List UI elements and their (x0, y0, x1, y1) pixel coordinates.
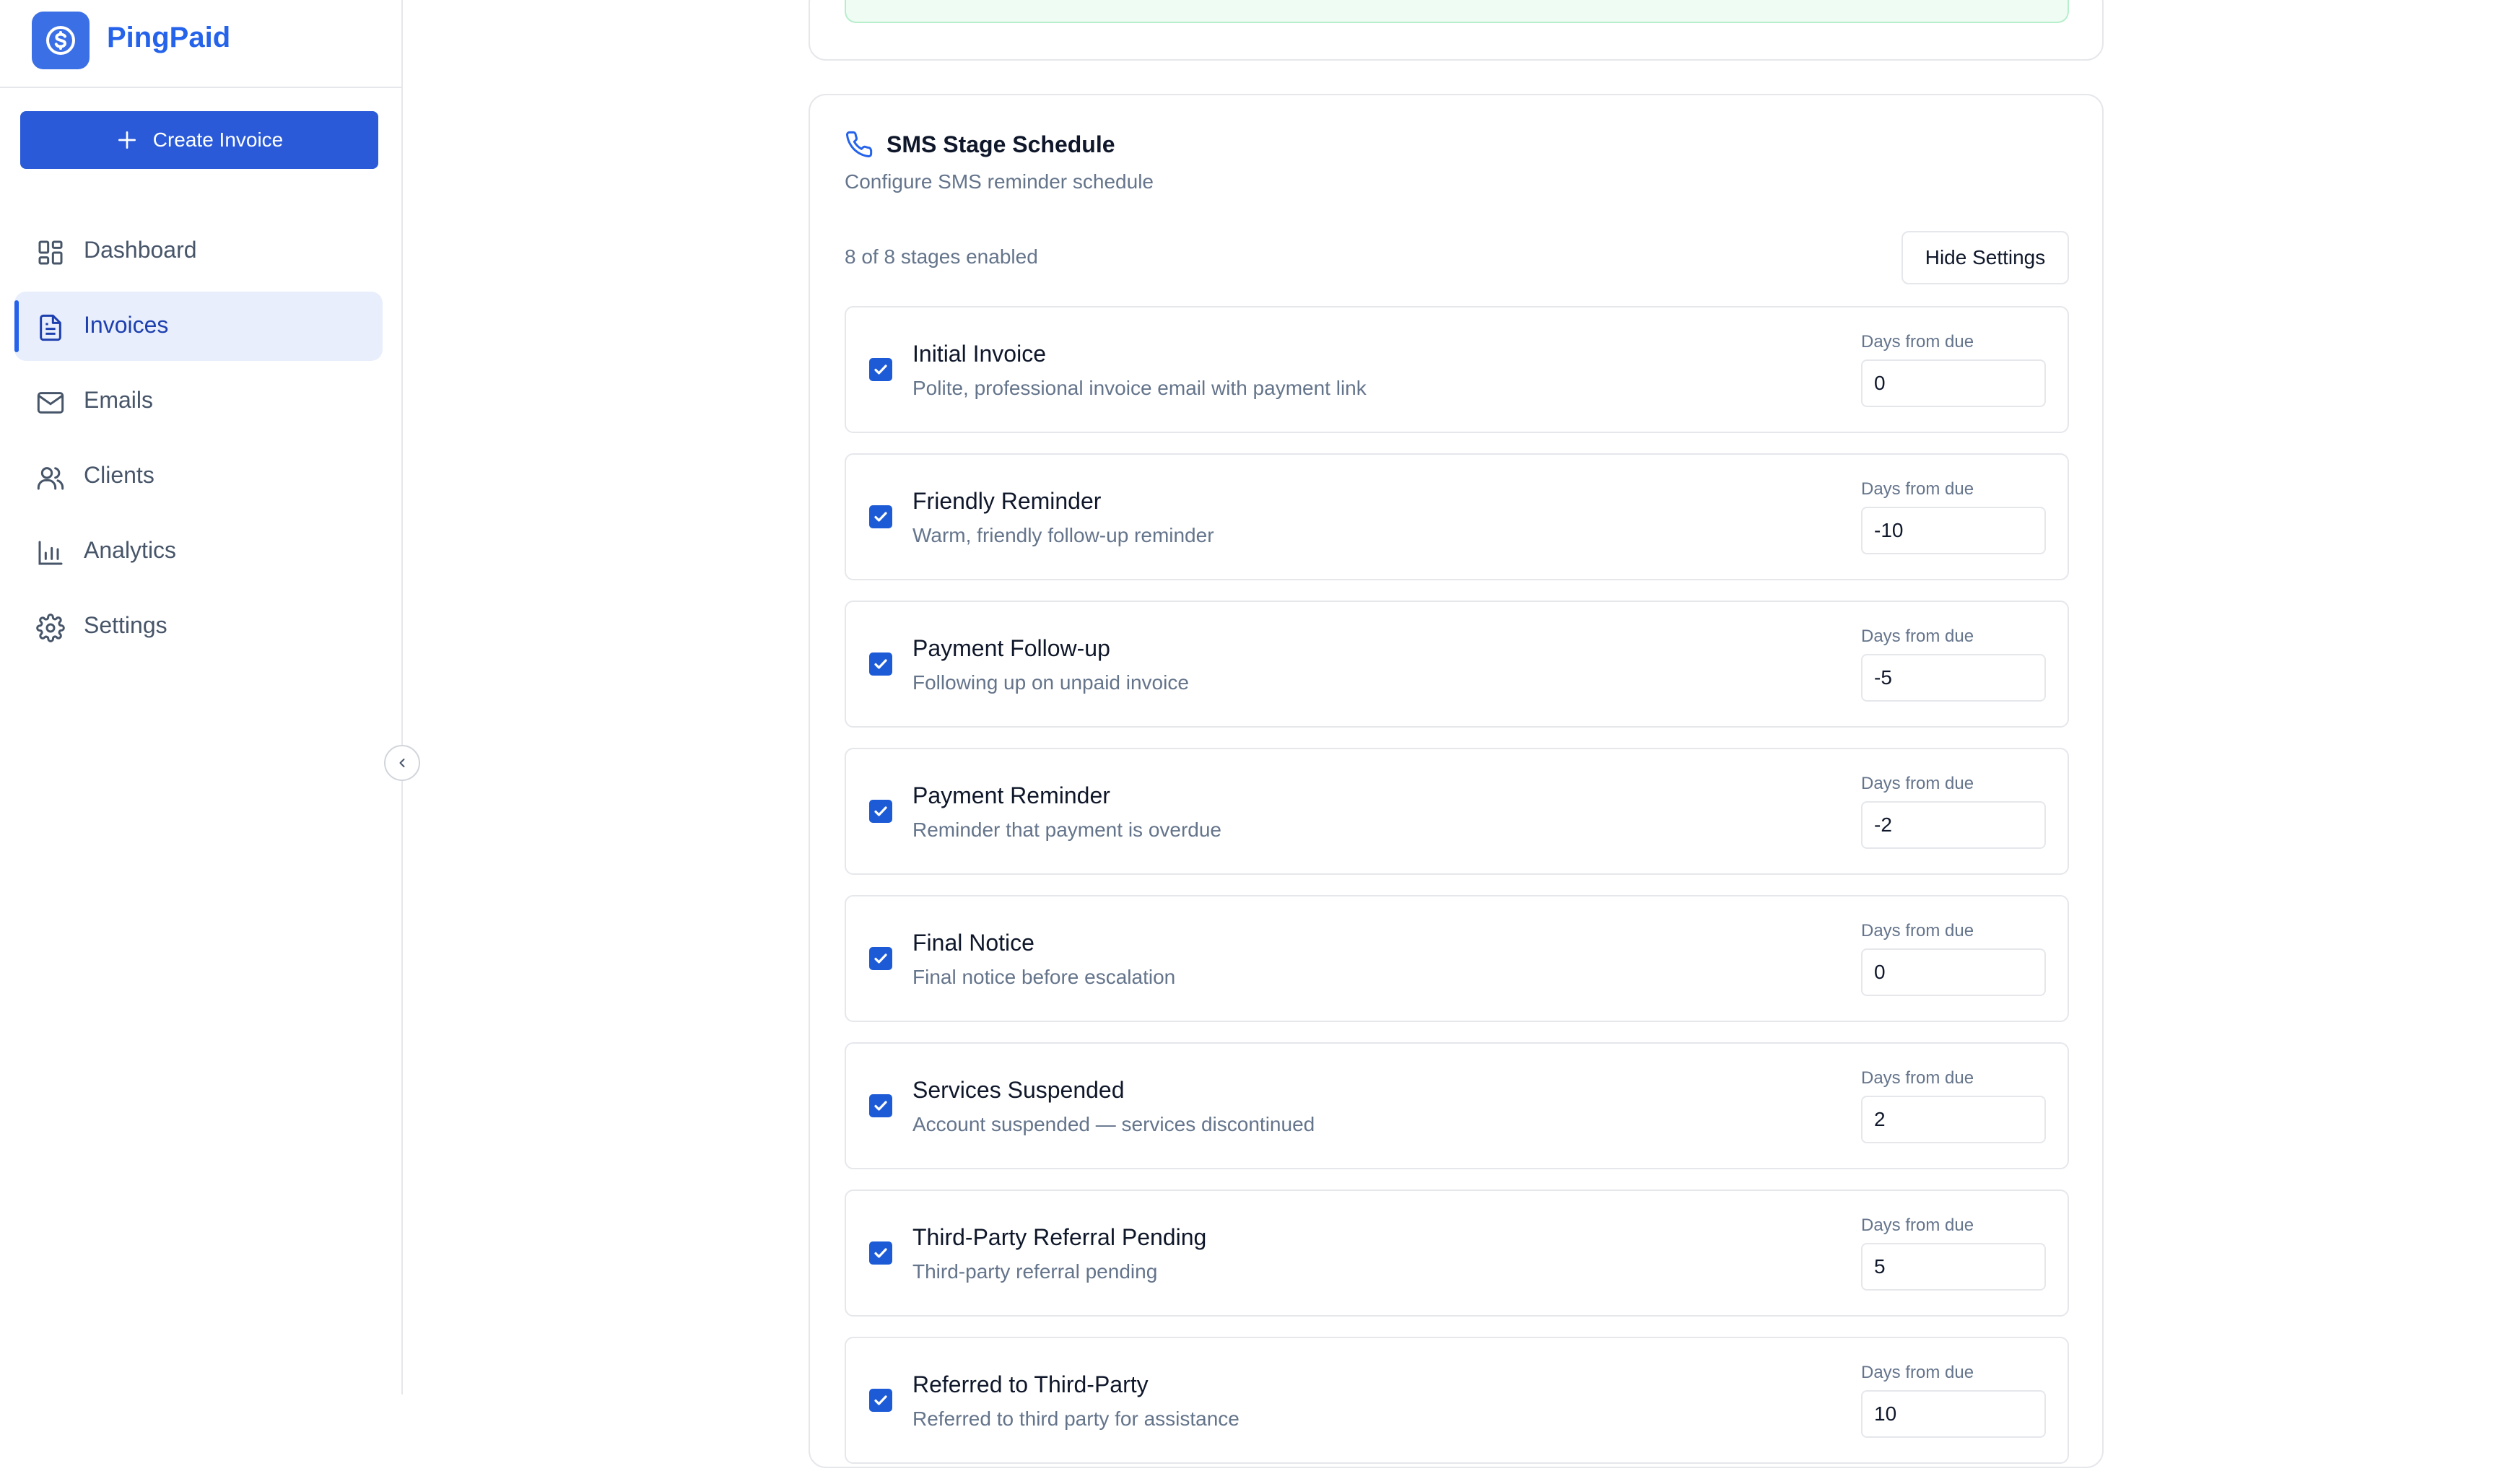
sidebar-item-clients[interactable]: Clients (14, 442, 383, 511)
sidebar: PingPaid Create Invoice Dashboard Invoic… (0, 0, 403, 1394)
brand-header: PingPaid (0, 0, 401, 88)
stage-title: Final Notice (912, 930, 1034, 956)
stage-row-initial-invoice: Initial Invoice Polite, professional inv… (845, 306, 2069, 433)
stage-enabled-checkbox[interactable] (869, 652, 892, 676)
stage-row-services-suspended: Services Suspended Account suspended — s… (845, 1042, 2069, 1169)
hide-settings-button[interactable]: Hide Settings (1901, 231, 2069, 284)
stage-title: Friendly Reminder (912, 488, 1102, 514)
days-from-due-label: Days from due (1861, 1068, 1974, 1088)
stage-enabled-checkbox[interactable] (869, 1241, 892, 1265)
create-invoice-label: Create Invoice (152, 128, 284, 151)
checkmark-icon (874, 512, 887, 522)
card-subtitle: Configure SMS reminder schedule (845, 170, 1154, 193)
sidebar-item-emails[interactable]: Emails (14, 367, 383, 436)
stage-title: Third-Party Referral Pending (912, 1224, 1207, 1250)
checkmark-icon (874, 1101, 887, 1111)
checkmark-icon (874, 659, 887, 669)
document-icon (40, 314, 61, 341)
create-invoice-button[interactable]: Create Invoice (20, 111, 378, 169)
stage-title: Payment Follow-up (912, 635, 1110, 661)
checkmark-icon (874, 953, 887, 964)
sidebar-item-label: Clients (84, 462, 154, 488)
sidebar-item-label: Invoices (84, 312, 169, 338)
stage-enabled-checkbox[interactable] (869, 800, 892, 823)
stage-description: Third-party referral pending (912, 1260, 1158, 1283)
sidebar-item-settings[interactable]: Settings (14, 592, 383, 661)
days-from-due-input[interactable] (1861, 359, 2046, 407)
days-from-due-input[interactable] (1861, 1096, 2046, 1143)
brand-name: PingPaid (107, 22, 231, 53)
days-from-due-input[interactable] (1861, 1390, 2046, 1438)
dashboard-icon (38, 240, 63, 265)
bar-chart-icon (38, 541, 63, 565)
stage-enabled-checkbox[interactable] (869, 358, 892, 381)
previous-section-card (809, 0, 2104, 61)
sidebar-item-label: Settings (84, 612, 167, 638)
stage-row-referred-to-third-party: Referred to Third-Party Referred to thir… (845, 1337, 2069, 1464)
stage-enabled-checkbox[interactable] (869, 505, 892, 528)
stage-description: Reminder that payment is overdue (912, 819, 1221, 841)
stage-description: Following up on unpaid invoice (912, 671, 1189, 694)
stage-title: Initial Invoice (912, 341, 1046, 367)
dollar-logo-icon (32, 12, 90, 69)
stage-enabled-checkbox[interactable] (869, 947, 892, 970)
plus-icon (118, 131, 136, 149)
sidebar-item-label: Dashboard (84, 237, 197, 263)
stage-enabled-checkbox[interactable] (869, 1094, 892, 1117)
stage-description: Final notice before escalation (912, 966, 1176, 988)
stage-description: Warm, friendly follow-up reminder (912, 524, 1214, 546)
stage-description: Referred to third party for assistance (912, 1407, 1240, 1430)
days-from-due-label: Days from due (1861, 774, 1974, 793)
days-from-due-input[interactable] (1861, 654, 2046, 702)
days-from-due-label: Days from due (1861, 1363, 1974, 1382)
days-from-due-label: Days from due (1861, 479, 1974, 499)
stage-description: Account suspended — services discontinue… (912, 1113, 1315, 1135)
stage-row-final-notice: Final Notice Final notice before escalat… (845, 895, 2069, 1022)
collapse-sidebar-button[interactable] (384, 745, 420, 781)
checkmark-icon (874, 806, 887, 816)
stage-row-third-party-referral-pending: Third-Party Referral Pending Third-party… (845, 1190, 2069, 1317)
stage-title: Referred to Third-Party (912, 1371, 1149, 1397)
days-from-due-label: Days from due (1861, 1215, 1974, 1235)
success-banner (845, 0, 2069, 23)
phone-icon (846, 131, 873, 157)
mail-icon (37, 392, 64, 414)
stage-row-payment-follow-up: Payment Follow-up Following up on unpaid… (845, 601, 2069, 728)
checkmark-icon (874, 1248, 887, 1258)
users-icon (37, 467, 64, 490)
days-from-due-label: Days from due (1861, 627, 1974, 646)
days-from-due-input[interactable] (1861, 801, 2046, 849)
gear-icon (36, 614, 65, 642)
sidebar-item-label: Emails (84, 387, 154, 413)
stage-row-friendly-reminder: Friendly Reminder Warm, friendly follow-… (845, 453, 2069, 580)
card-title: SMS Stage Schedule (886, 131, 1115, 157)
stage-row-payment-reminder: Payment Reminder Reminder that payment i… (845, 748, 2069, 875)
days-from-due-input[interactable] (1861, 948, 2046, 996)
stage-enabled-checkbox[interactable] (869, 1389, 892, 1412)
sidebar-item-analytics[interactable]: Analytics (14, 517, 383, 586)
stage-list: Initial Invoice Polite, professional inv… (845, 306, 2069, 1484)
stage-title: Payment Reminder (912, 782, 1110, 808)
stage-title: Services Suspended (912, 1077, 1125, 1103)
sidebar-item-invoices[interactable]: Invoices (14, 292, 383, 361)
checkmark-icon (874, 365, 887, 375)
days-from-due-label: Days from due (1861, 921, 1974, 940)
sidebar-item-label: Analytics (84, 537, 177, 563)
days-from-due-input[interactable] (1861, 507, 2046, 554)
stages-enabled-count: 8 of 8 stages enabled (845, 245, 1038, 268)
stage-description: Polite, professional invoice email with … (912, 377, 1367, 399)
chevron-left-icon (399, 759, 405, 767)
days-from-due-label: Days from due (1861, 332, 1974, 352)
days-from-due-input[interactable] (1861, 1243, 2046, 1291)
sidebar-item-dashboard[interactable]: Dashboard (14, 217, 383, 286)
